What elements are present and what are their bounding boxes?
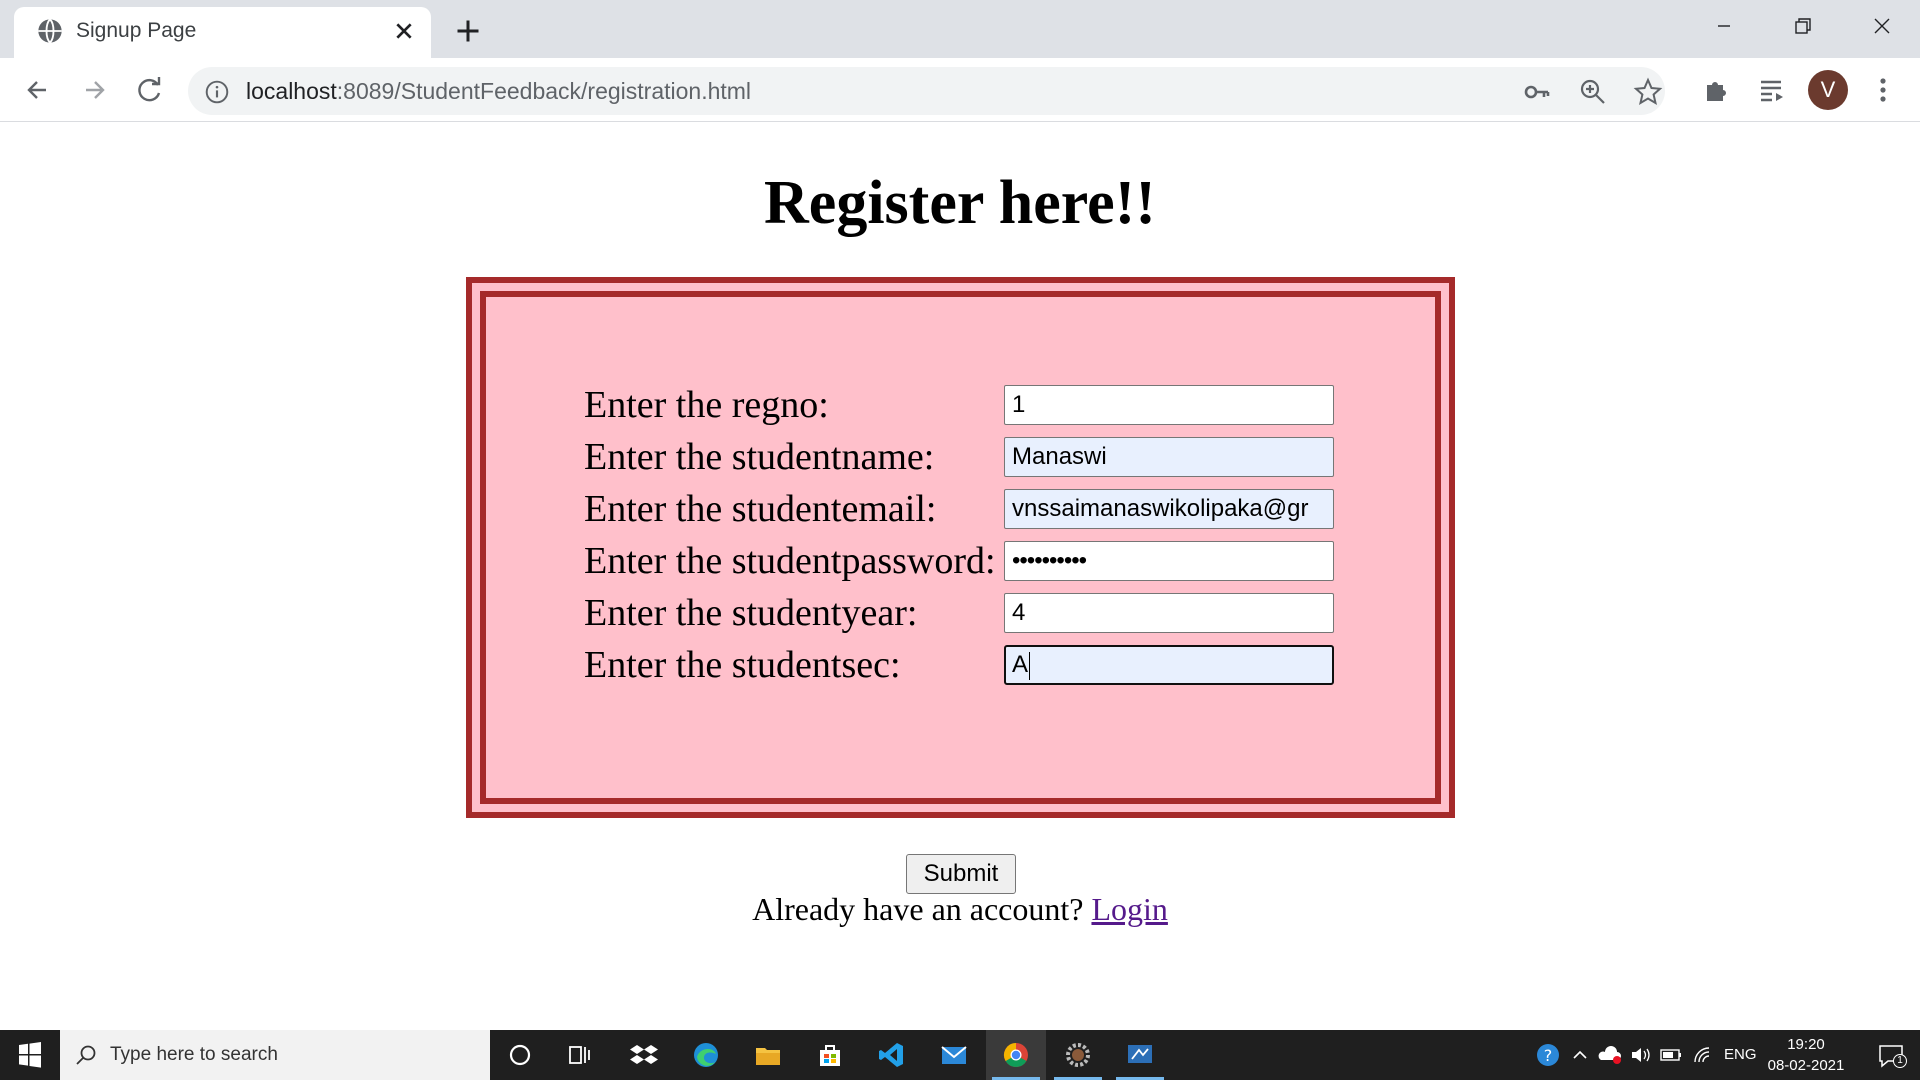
studentemail-label: Enter the studentemail: — [584, 488, 937, 530]
form-inner-border: Enter the regno: 1 Enter the studentname… — [480, 291, 1441, 804]
dropbox-icon — [630, 1045, 658, 1064]
chrome-button[interactable] — [986, 1030, 1046, 1080]
more-menu-icon[interactable] — [1861, 68, 1905, 112]
browser-tab[interactable]: Signup Page — [14, 7, 431, 58]
close-window-icon[interactable] — [1852, 6, 1912, 46]
studentyear-label: Enter the studentyear: — [584, 592, 918, 634]
studentsec-input[interactable]: A — [1004, 645, 1334, 685]
field-row-regno: Enter the regno: 1 — [584, 381, 1384, 429]
forward-icon[interactable] — [72, 68, 116, 112]
store-icon — [820, 1045, 840, 1066]
clock-time: 19:20 — [1787, 1036, 1825, 1053]
taskbar-search[interactable]: Type here to search — [60, 1030, 490, 1080]
page-title: Register here!! — [764, 169, 1156, 237]
language-indicator[interactable]: ENG — [1724, 1030, 1757, 1080]
studentsec-label: Enter the studentsec: — [584, 644, 901, 686]
url-text: localhost:8089/StudentFeedback/registrat… — [246, 78, 752, 104]
text-caret — [1029, 651, 1031, 680]
zoom-icon[interactable] — [1578, 77, 1608, 107]
new-tab-icon[interactable] — [450, 13, 486, 49]
field-row-studentsec: Enter the studentsec: A — [584, 641, 1384, 689]
notification-center-icon — [1879, 1045, 1903, 1068]
task-view-button[interactable] — [550, 1030, 610, 1080]
vscode-icon — [879, 1043, 903, 1067]
regno-input[interactable]: 1 — [1004, 385, 1334, 425]
restore-icon[interactable] — [1772, 6, 1832, 46]
bookmark-star-icon[interactable] — [1633, 77, 1663, 107]
volume-icon[interactable] — [1628, 1030, 1654, 1080]
cortana-icon — [509, 1044, 531, 1066]
clock-date: 08-02-2021 — [1767, 1057, 1845, 1074]
notification-count-badge: 1 — [1893, 1054, 1907, 1068]
notifications-button[interactable]: 1 — [1866, 1030, 1916, 1080]
studentemail-input[interactable]: vnssaimanaswikolipaka@gr — [1004, 489, 1334, 529]
reload-icon[interactable] — [128, 68, 172, 112]
mail-button[interactable] — [924, 1030, 984, 1080]
task-view-icon — [569, 1046, 590, 1064]
studentpassword-input[interactable]: •••••••••• — [1004, 541, 1334, 581]
login-link[interactable]: Login — [1091, 891, 1167, 927]
onedrive-icon[interactable] — [1596, 1030, 1624, 1080]
tab-title: Signup Page — [76, 19, 197, 42]
studentyear-input[interactable]: 4 — [1004, 593, 1334, 633]
vscode-button[interactable] — [862, 1030, 922, 1080]
settings-app-icon — [1066, 1043, 1090, 1067]
browser-toolbar: localhost:8089/StudentFeedback/registrat… — [0, 58, 1920, 122]
tab-strip: Signup Page — [0, 0, 1920, 58]
site-info-icon[interactable] — [204, 79, 230, 105]
mail-icon — [941, 1046, 967, 1064]
field-row-studentpassword: Enter the studentpassword: •••••••••• — [584, 537, 1384, 585]
field-row-studentemail: Enter the studentemail: vnssaimanaswikol… — [584, 485, 1384, 533]
page-content: Register here!! Enter the regno: 1 Enter… — [0, 123, 1920, 1030]
field-row-studentyear: Enter the studentyear: 4 — [584, 589, 1384, 637]
store-button[interactable] — [800, 1030, 860, 1080]
wifi-icon[interactable] — [1690, 1030, 1716, 1080]
dropbox-button[interactable] — [614, 1030, 674, 1080]
registration-form: Enter the regno: 1 Enter the studentname… — [466, 277, 1455, 818]
studentname-label: Enter the studentname: — [584, 436, 935, 478]
extensions-icon[interactable] — [1694, 68, 1738, 112]
cortana-button[interactable] — [490, 1030, 550, 1080]
help-icon[interactable]: ? — [1532, 1030, 1564, 1080]
chrome-icon — [1003, 1043, 1028, 1068]
remote-desktop-button[interactable] — [1110, 1030, 1170, 1080]
globe-icon — [38, 18, 62, 44]
minimize-icon[interactable] — [1694, 6, 1754, 46]
studentpassword-label: Enter the studentpassword: — [584, 540, 996, 582]
edge-button[interactable] — [676, 1030, 736, 1080]
key-icon[interactable] — [1522, 77, 1552, 107]
close-tab-icon[interactable] — [388, 15, 420, 47]
regno-label: Enter the regno: — [584, 384, 829, 426]
login-prompt: Already have an account? Login — [0, 889, 1920, 929]
submit-button[interactable]: Submit — [906, 854, 1016, 894]
already-account-text: Already have an account? — [752, 891, 1084, 927]
file-explorer-icon — [756, 1048, 780, 1065]
remote-desktop-icon — [1128, 1045, 1152, 1063]
battery-icon[interactable] — [1658, 1030, 1684, 1080]
windows-taskbar: Type here to search ? ENG 19:20 08-02-20… — [0, 1030, 1920, 1080]
file-explorer-button[interactable] — [738, 1030, 798, 1080]
svg-text:?: ? — [1544, 1046, 1553, 1065]
studentsec-value: A — [1012, 651, 1029, 678]
studentname-input[interactable]: Manaswi — [1004, 437, 1334, 477]
profile-avatar[interactable]: V — [1808, 70, 1848, 110]
back-icon[interactable] — [16, 68, 60, 112]
windows-start-icon[interactable] — [0, 1030, 60, 1080]
clock[interactable]: 19:20 08-02-2021 — [1760, 1034, 1852, 1076]
media-queue-icon[interactable] — [1750, 68, 1794, 112]
search-placeholder: Type here to search — [110, 1044, 278, 1065]
search-icon — [76, 1045, 96, 1065]
field-row-studentname: Enter the studentname: Manaswi — [584, 433, 1384, 481]
chevron-up-icon[interactable] — [1570, 1030, 1590, 1080]
settings-app-button[interactable] — [1048, 1030, 1108, 1080]
address-bar[interactable]: localhost:8089/StudentFeedback/registrat… — [188, 67, 1665, 115]
edge-icon — [694, 1043, 718, 1067]
